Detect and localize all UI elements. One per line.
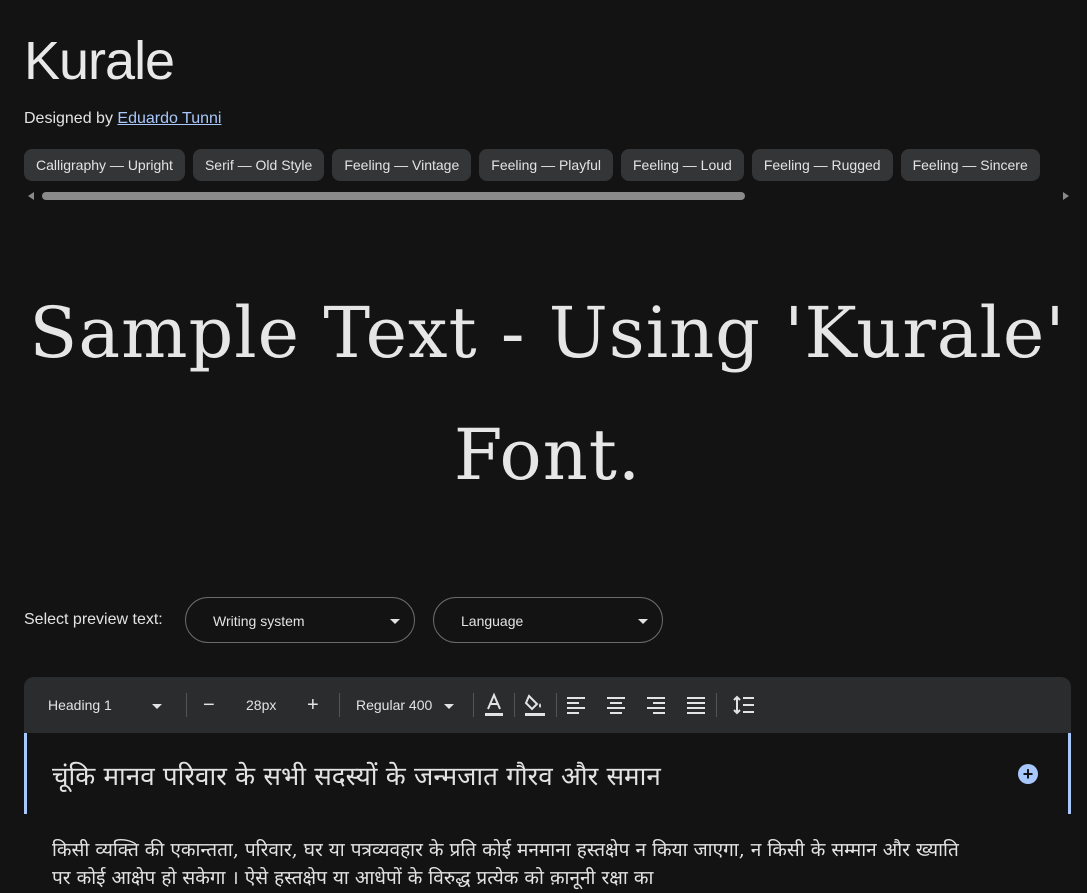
chevron-down-icon [444, 703, 455, 709]
toolbar-divider [339, 693, 340, 717]
font-size-value[interactable]: 28px [246, 677, 276, 733]
tags-scrollbar[interactable] [24, 190, 1071, 202]
editor-heading-text[interactable]: चूंकि मानव परिवार के सभी सदस्यों के जन्म… [52, 757, 661, 793]
editor-heading-block[interactable]: चूंकि मानव परिवार के सभी सदस्यों के जन्म… [24, 733, 1071, 814]
preview-text-label: Select preview text: [24, 611, 163, 628]
tag-chip[interactable]: Feeling — Playful [479, 149, 613, 181]
editor-paragraph-text[interactable]: किसी व्यक्ति की एकान्तता, परिवार, घर या … [52, 836, 972, 892]
tag-chip[interactable]: Feeling — Rugged [751, 149, 893, 181]
align-right-icon[interactable] [646, 696, 666, 714]
scroll-thumb[interactable] [42, 192, 745, 200]
align-left-icon[interactable] [566, 696, 586, 714]
tag-chip[interactable]: Serif — Old Style [192, 149, 325, 181]
writing-system-value: Writing system [213, 613, 305, 629]
designed-by-label: Designed by [24, 110, 113, 127]
scroll-left-icon[interactable] [28, 192, 34, 200]
chevron-down-icon [638, 619, 648, 624]
language-dropdown[interactable]: Language [433, 597, 663, 643]
toolbar-divider [186, 693, 187, 717]
line-height-icon[interactable] [733, 694, 755, 716]
add-icon[interactable]: + [1018, 764, 1038, 784]
increase-size-button[interactable]: + [307, 677, 319, 733]
designer-line: Designed by Eduardo Tunni [24, 110, 221, 128]
editor-toolbar: Heading 1 − 28px + Regular 400 [24, 677, 1071, 733]
text-color-icon[interactable] [483, 692, 505, 718]
tag-list: Calligraphy — Upright Serif — Old Style Fe… [24, 149, 1087, 181]
toolbar-divider [556, 693, 557, 717]
font-weight-select[interactable]: Regular 400 [356, 677, 455, 733]
sample-text-preview: Sample Text - Using 'Kurale' Font. [29, 292, 1066, 496]
tag-chip[interactable]: Feeling — Loud [620, 149, 744, 181]
decrease-size-button[interactable]: − [203, 677, 215, 733]
text-style-value: Heading 1 [48, 697, 112, 713]
writing-system-dropdown[interactable]: Writing system [185, 597, 415, 643]
font-weight-value: Regular 400 [356, 697, 433, 713]
toolbar-divider [473, 693, 474, 717]
text-style-select[interactable]: Heading 1 [48, 677, 162, 733]
tag-chip[interactable]: Feeling — Sincere [900, 149, 1040, 181]
toolbar-divider [716, 693, 717, 717]
scroll-right-icon[interactable] [1063, 192, 1069, 200]
tag-chip[interactable]: Feeling — Vintage [332, 149, 472, 181]
toolbar-divider [514, 693, 515, 717]
chevron-down-icon [151, 703, 162, 709]
chevron-down-icon [390, 619, 400, 624]
language-value: Language [461, 613, 524, 629]
highlight-color-icon[interactable] [523, 692, 547, 718]
align-justify-icon[interactable] [686, 696, 706, 714]
font-title: Kurale [24, 31, 175, 91]
align-center-icon[interactable] [606, 696, 626, 714]
designer-link[interactable]: Eduardo Tunni [117, 110, 221, 127]
tag-chip[interactable]: Calligraphy — Upright [24, 149, 185, 181]
